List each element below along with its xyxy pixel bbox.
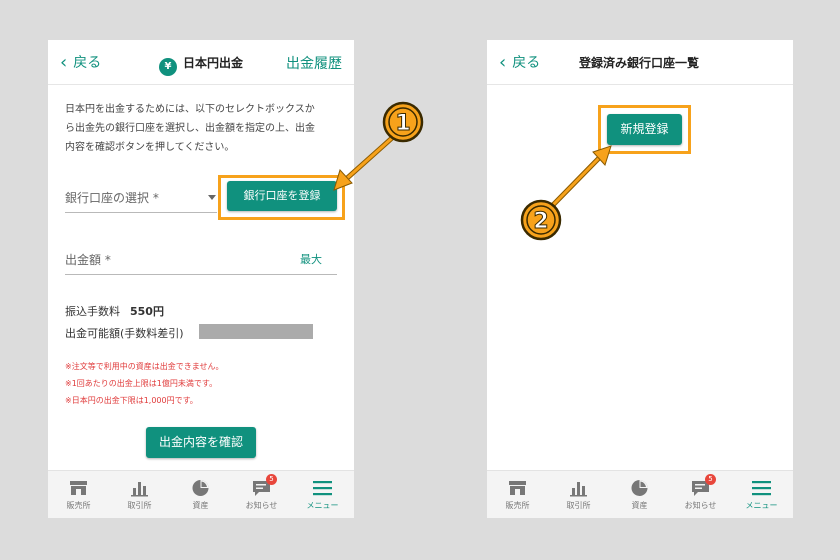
tab-assets[interactable]: 資産 [609, 471, 670, 518]
shop-icon [70, 481, 87, 495]
select-underline [65, 212, 217, 213]
tab-exchange[interactable]: 取引所 [548, 471, 609, 518]
tab-label: 取引所 [127, 501, 152, 510]
available-amount-label: 出金可能額(手数料差引) [65, 327, 184, 340]
tab-bar: 販売所 取引所 資産 5 お知らせ メニュー [48, 470, 354, 518]
back-label: 戻る [73, 55, 102, 71]
available-amount-value [199, 324, 313, 339]
header: ‹ 戻る ¥ 日本円出金 出金履歴 [48, 40, 354, 85]
description-line: 内容を確認ボタンを押してください。 [65, 142, 235, 153]
note-line: ※注文等で利用中の資産は出金できません。 [65, 362, 224, 371]
new-register-button[interactable]: 新規登録 [607, 114, 682, 145]
chevron-down-icon[interactable] [208, 195, 216, 200]
header: ‹ 戻る 登録済み銀行口座一覧 [487, 40, 793, 85]
hamburger-menu-icon [752, 481, 771, 496]
bank-account-list-screen: ‹ 戻る 登録済み銀行口座一覧 新規登録 販売所 取引所 資産 5 お知らせ メニ… [487, 40, 793, 518]
tab-label: 販売所 [505, 501, 530, 510]
notification-badge: 5 [266, 474, 277, 485]
tab-shop[interactable]: 販売所 [48, 471, 109, 518]
back-button[interactable]: ‹ 戻る [499, 52, 540, 72]
tab-label: 取引所 [566, 501, 591, 510]
tab-label: 資産 [631, 501, 648, 510]
tab-bar: 販売所 取引所 資産 5 お知らせ メニュー [487, 470, 793, 518]
chevron-left-icon: ‹ [499, 52, 507, 73]
fee-value: 550円 [130, 305, 164, 318]
tab-label: お知らせ [245, 501, 278, 510]
register-bank-account-button[interactable]: 銀行口座を登録 [227, 181, 337, 211]
amount-underline [65, 274, 337, 275]
amount-input[interactable]: 出金額 * [65, 251, 111, 268]
tab-shop[interactable]: 販売所 [487, 471, 548, 518]
yen-icon: ¥ [159, 58, 177, 76]
description: 日本円を出金するためには、以下のセレクトボックスか ら出金先の銀行口座を選択し、… [65, 100, 337, 157]
tab-news[interactable]: 5 お知らせ [231, 471, 292, 518]
description-line: 日本円を出金するためには、以下のセレクトボックスか [65, 104, 315, 115]
tab-news[interactable]: 5 お知らせ [670, 471, 731, 518]
page-title: ¥ 日本円出金 [159, 54, 243, 76]
hamburger-menu-icon [313, 481, 332, 496]
page-title-text: 日本円出金 [183, 56, 244, 70]
bank-account-select[interactable]: 銀行口座の選択 * [65, 189, 159, 206]
shop-icon [509, 481, 526, 495]
bar-chart-icon [570, 482, 587, 497]
tab-menu[interactable]: メニュー [731, 471, 792, 518]
tab-label: メニュー [306, 501, 339, 510]
confirm-withdrawal-button[interactable]: 出金内容を確認 [146, 427, 256, 458]
transfer-fee: 振込手数料 550円 [65, 303, 164, 319]
note-line: ※日本円の出金下限は1,000円です。 [65, 396, 198, 405]
back-button[interactable]: ‹ 戻る [60, 52, 101, 72]
callout-step1-number: 1 [395, 111, 410, 136]
tab-label: お知らせ [684, 501, 717, 510]
tab-label: 資産 [192, 501, 209, 510]
withdrawal-history-link[interactable]: 出金履歴 [286, 53, 342, 73]
bar-chart-icon [131, 482, 148, 497]
max-amount-button[interactable]: 最大 [300, 251, 322, 267]
tab-assets[interactable]: 資産 [170, 471, 231, 518]
pie-chart-icon [631, 480, 648, 496]
tab-menu[interactable]: メニュー [292, 471, 353, 518]
withdrawal-screen: ‹ 戻る ¥ 日本円出金 出金履歴 日本円を出金するためには、以下のセレクトボックス… [48, 40, 354, 518]
notes: ※注文等で利用中の資産は出金できません。 ※1回あたりの出金上限は1億円未満です… [65, 358, 223, 409]
page-title: 登録済み銀行口座一覧 [579, 56, 700, 70]
chevron-left-icon: ‹ [60, 52, 68, 73]
fee-label: 振込手数料 [65, 305, 120, 318]
callout-step1: 1 [382, 101, 424, 143]
note-line: ※1回あたりの出金上限は1億円未満です。 [65, 379, 218, 388]
description-line: ら出金先の銀行口座を選択し、出金額を指定の上、出金 [65, 123, 315, 134]
tab-label: メニュー [745, 501, 778, 510]
tab-label: 販売所 [66, 501, 91, 510]
pie-chart-icon [192, 480, 209, 496]
tab-exchange[interactable]: 取引所 [109, 471, 170, 518]
notification-badge: 5 [705, 474, 716, 485]
back-label: 戻る [512, 55, 541, 71]
